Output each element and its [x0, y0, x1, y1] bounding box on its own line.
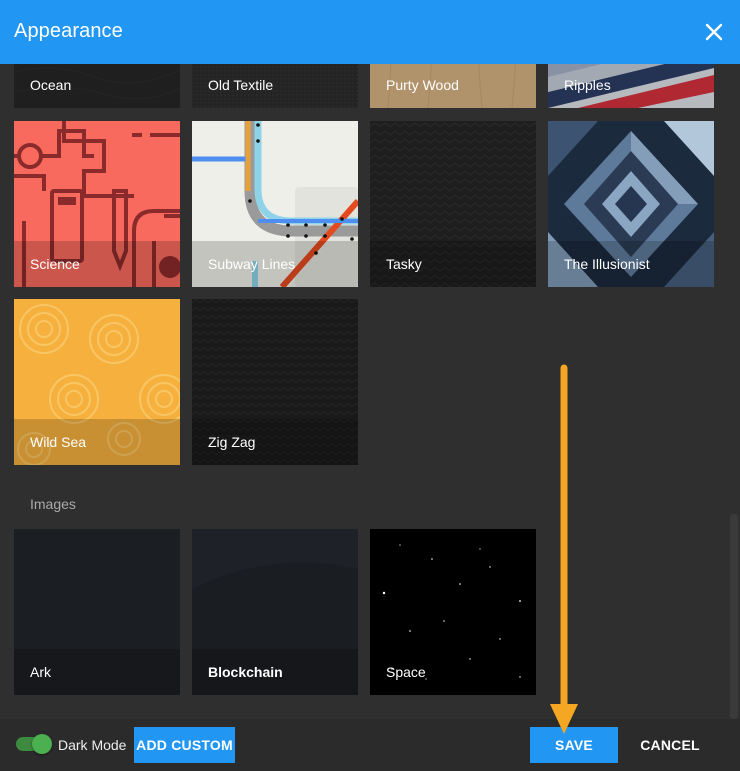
tile-label: Old Textile: [192, 64, 358, 108]
tile-label: Wild Sea: [14, 419, 180, 465]
images-section-label: Images: [30, 496, 76, 512]
pattern-tile-ripples[interactable]: Ripples: [548, 64, 714, 108]
tile-label: Tasky: [370, 241, 536, 287]
image-tile-space[interactable]: Space: [370, 529, 536, 695]
tile-label: Purty Wood: [370, 64, 536, 108]
close-icon[interactable]: [702, 20, 726, 44]
pattern-tile-tasky[interactable]: Tasky: [370, 121, 536, 287]
dialog-title: Appearance: [14, 20, 123, 42]
image-tile-ark[interactable]: Ark: [14, 529, 180, 695]
pattern-tile-purty-wood[interactable]: Purty Wood: [370, 64, 536, 108]
toggle-knob: [32, 734, 52, 754]
cancel-button[interactable]: CANCEL: [630, 727, 710, 763]
dialog-header: Appearance: [0, 0, 740, 64]
pattern-tile-wild-sea[interactable]: Wild Sea: [14, 299, 180, 465]
tile-label: Ark: [14, 649, 180, 695]
pattern-tile-subway-lines[interactable]: Subway Lines: [192, 121, 358, 287]
pattern-tile-old-textile[interactable]: Old Textile: [192, 64, 358, 108]
pattern-tile-the-illusionist[interactable]: The Illusionist: [548, 121, 714, 287]
dark-mode-toggle[interactable]: [16, 734, 52, 754]
tile-label: Science: [14, 241, 180, 287]
tile-label: Space: [386, 664, 426, 680]
tile-label: Zig Zag: [192, 419, 358, 465]
tile-label: Ocean: [14, 64, 180, 108]
dark-mode-label: Dark Mode: [58, 737, 127, 753]
tile-label: Blockchain: [192, 649, 358, 695]
tile-label: Ripples: [548, 64, 714, 108]
tile-label: The Illusionist: [548, 241, 714, 287]
theme-grid: Ocean Old Textile Purty Wood Ripples Sci…: [0, 64, 740, 719]
scrollbar[interactable]: [730, 514, 738, 719]
add-custom-button[interactable]: ADD CUSTOM: [134, 727, 235, 763]
pattern-tile-science[interactable]: Science: [14, 121, 180, 287]
tile-label: Subway Lines: [192, 241, 358, 287]
save-button[interactable]: SAVE: [530, 727, 618, 763]
pattern-tile-zig-zag[interactable]: Zig Zag: [192, 299, 358, 465]
image-tile-blockchain[interactable]: Blockchain: [192, 529, 358, 695]
pattern-tile-ocean[interactable]: Ocean: [14, 64, 180, 108]
